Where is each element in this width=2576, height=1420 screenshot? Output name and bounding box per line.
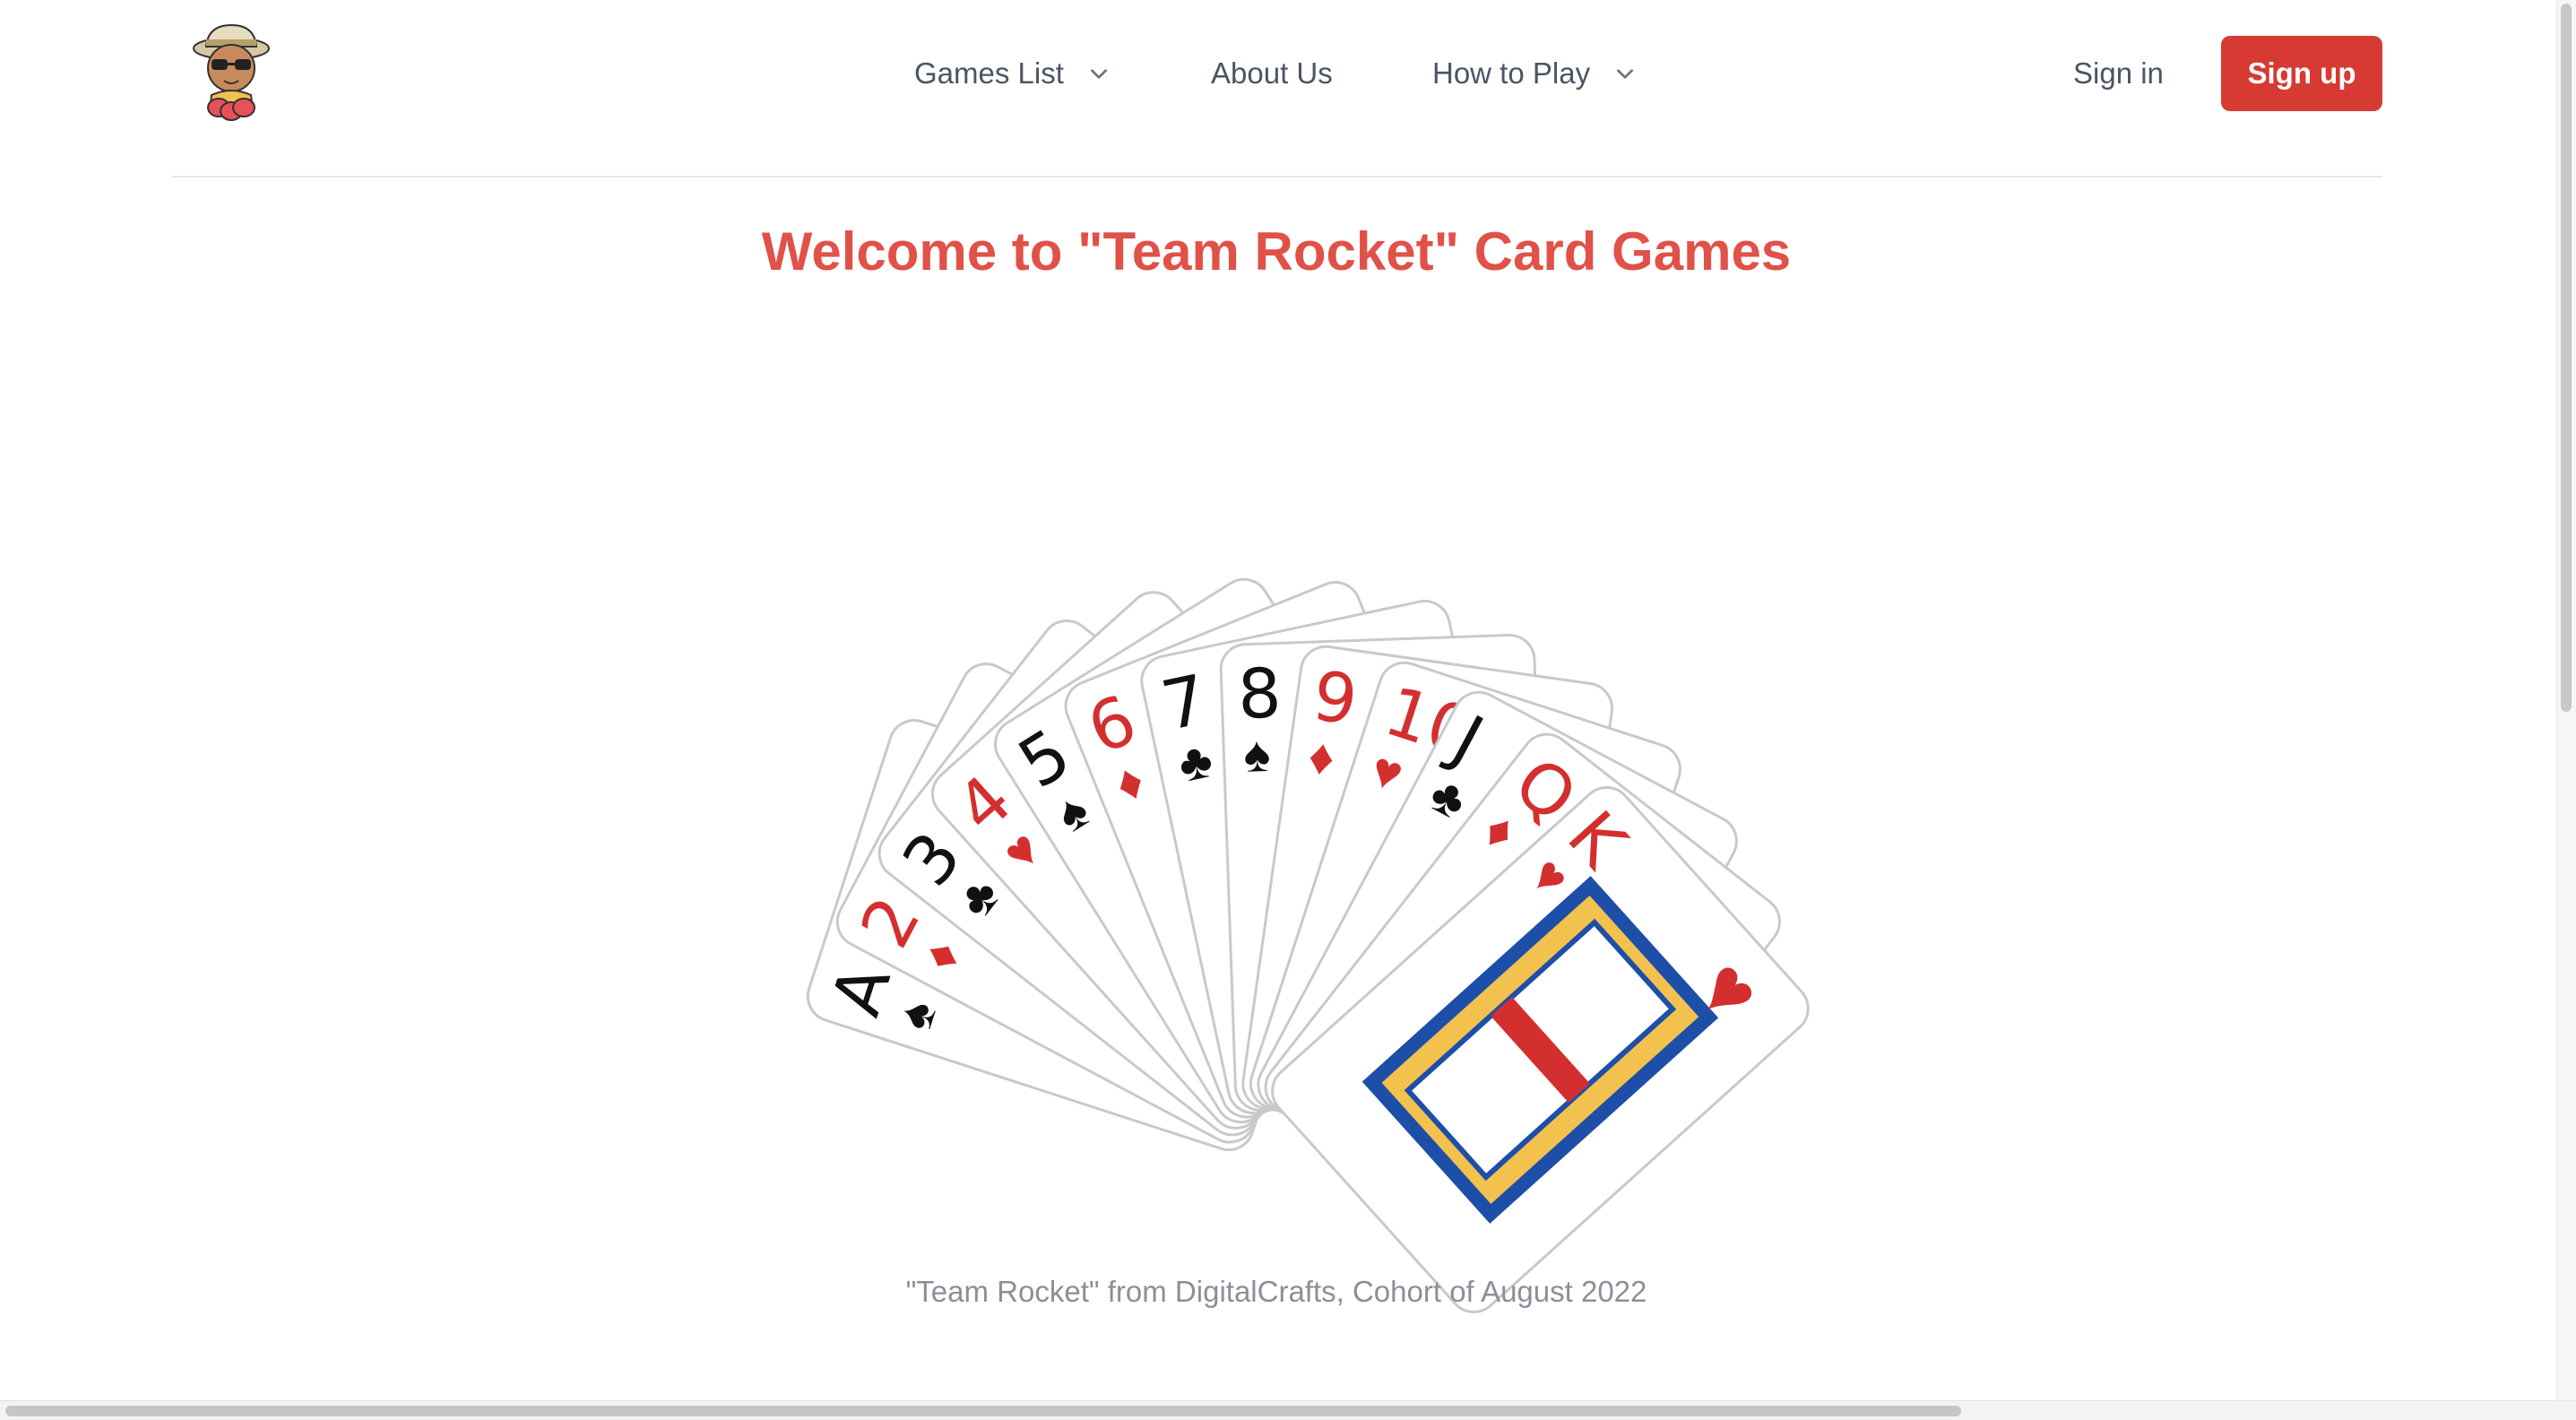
card-fan-illustration: A♠2♦3♣4♥5♠6♦7♣8♠9♦ 10♥ J♣ Q♦ K♥♥ (806, 577, 1810, 1313)
footer-credit: "Team Rocket" from DigitalCrafts, Cohort… (905, 1275, 1647, 1308)
card-rank: 8 (1237, 653, 1283, 734)
card-suit: ♠ (1242, 725, 1271, 783)
vertical-scrollbar-thumb[interactable] (2561, 4, 2572, 712)
horizontal-scrollbar-thumb[interactable] (5, 1406, 1961, 1416)
